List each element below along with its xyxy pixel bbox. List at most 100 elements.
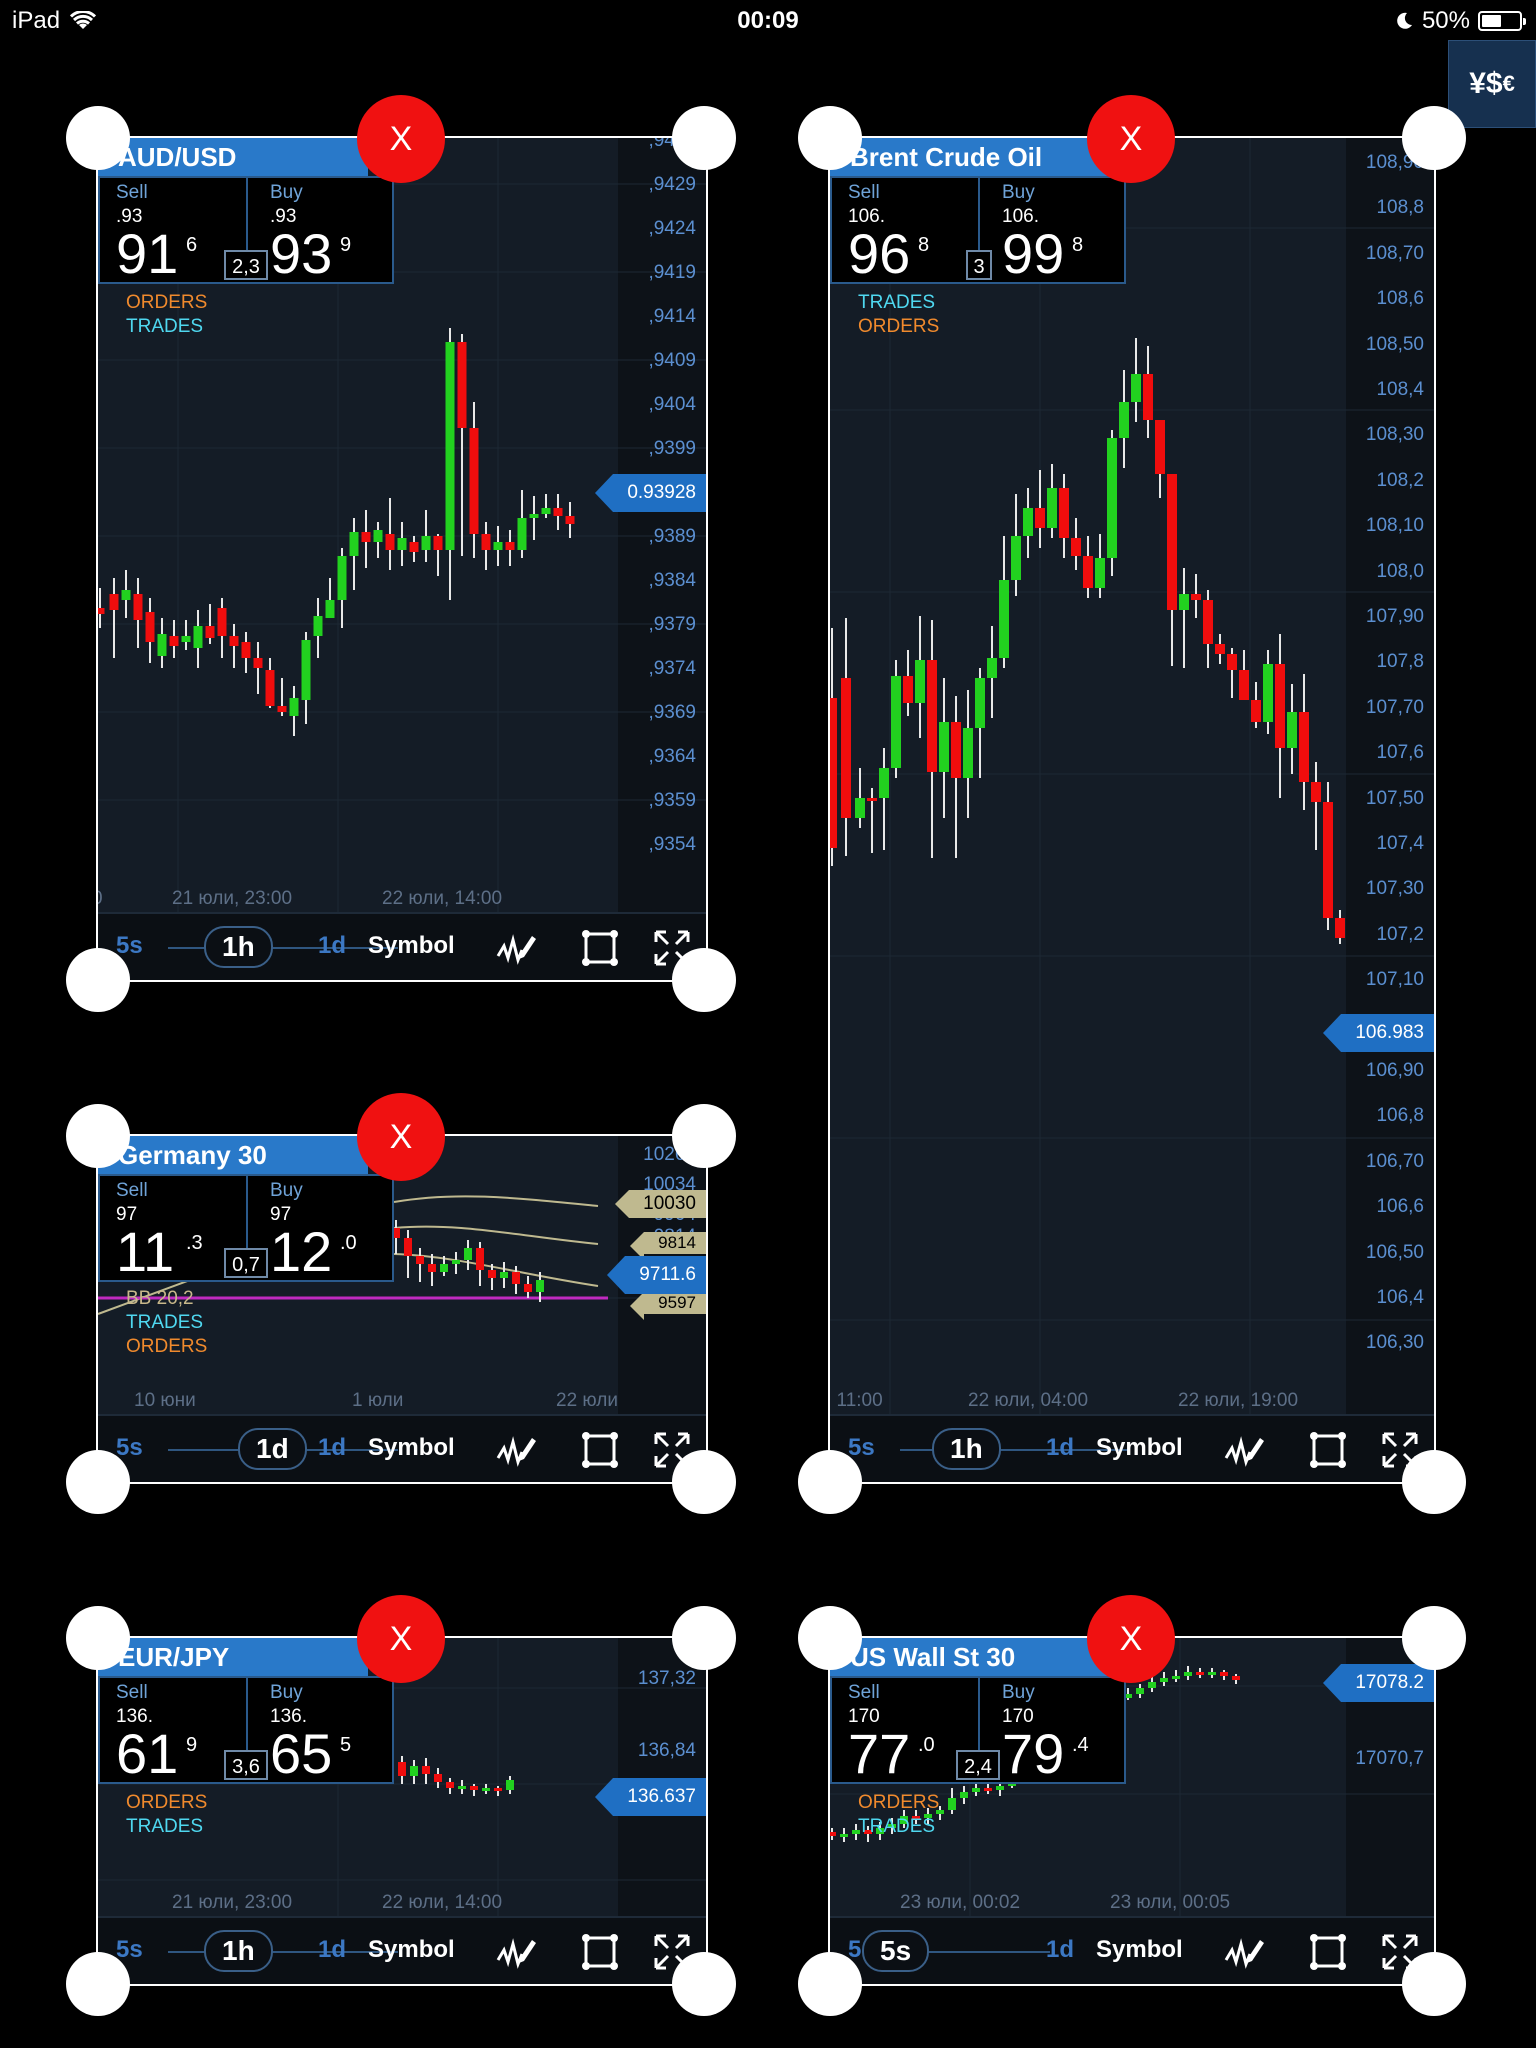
buy-price: 99 [1002,222,1065,285]
y-tick-label: 136,84 [637,1740,696,1761]
sell-button[interactable]: Sell .93 91 6 [100,178,240,284]
resize-handle-top-left[interactable] [798,1606,862,1670]
close-widget-button[interactable]: X [1087,95,1175,183]
timeframe-1d[interactable]: 1d [318,932,346,960]
legend-bollinger[interactable]: BB 20,2 [126,1288,194,1310]
legend-orders[interactable]: ORDERS [126,292,207,314]
resize-handle-top-left[interactable] [66,106,130,170]
resize-handle-bottom-left[interactable] [66,948,130,1012]
buy-button[interactable]: Buy 136. 65 5 [254,1678,394,1784]
resize-handle-bottom-left[interactable] [66,1450,130,1514]
resize-handle-bottom-left[interactable] [798,1450,862,1514]
draw-tool-icon[interactable] [496,928,536,968]
draw-tool-icon[interactable] [496,1430,536,1470]
symbol-button[interactable]: Symbol [368,1936,455,1964]
draw-tool-icon[interactable] [1224,1932,1264,1972]
spread-value: 3 [966,250,992,280]
sell-pip: 6 [186,234,198,256]
buy-price: 93 [270,222,333,285]
candle-body [433,536,443,550]
sell-price: 11 [116,1220,175,1283]
widget-uswallst30: 17070,7 17078.2 23 юли, 00:02 23 юли, 00… [828,1636,1436,1986]
timeframe-1d[interactable]: 1d [1046,1434,1074,1462]
quote-panel: Sell 170 77 .0 Buy 170 79 .4 2,4 [830,1676,1126,1784]
x-tick-1: 23 юли, 00:05 [1110,1892,1231,1913]
y-tick-label: 107,4 [1376,833,1424,854]
spread-value: 3,6 [224,1750,268,1780]
widget-toolbar: 5 5s 1d Symbol [830,1916,1434,1984]
resize-handle-top-right[interactable] [1402,106,1466,170]
close-widget-button[interactable]: X [1087,1595,1175,1683]
timeframe-1d[interactable]: 1d [318,1434,346,1462]
resize-handle-bottom-right[interactable] [672,1450,736,1514]
legend-trades[interactable]: TRADES [126,1816,203,1838]
sell-button[interactable]: Sell 97 11 .3 [100,1176,240,1283]
quote-panel: Sell 97 11 .3 Buy 97 12 .0 0,7 [98,1174,394,1282]
candle-body [1335,918,1345,938]
timeframe-1d[interactable]: 1d [318,1936,346,1964]
resize-handle-bottom-right[interactable] [1402,1450,1466,1514]
legend-orders[interactable]: ORDERS [858,316,939,338]
candle-body [470,1786,478,1790]
resize-handle-bottom-right[interactable] [672,948,736,1012]
close-widget-button[interactable]: X [357,95,445,183]
candle-body [1232,1676,1240,1680]
resize-handle-bottom-right[interactable] [672,1952,736,2016]
candle-body [265,670,275,706]
resize-handle-bottom-right[interactable] [1402,1952,1466,2016]
resize-handle-top-right[interactable] [1402,1606,1466,1670]
legend-trades[interactable]: TRADES [858,292,935,314]
symbol-button[interactable]: Symbol [1096,1936,1183,1964]
resize-handle-top-left[interactable] [66,1606,130,1670]
buy-button[interactable]: Buy 170 79 .4 [986,1678,1126,1784]
crop-frame-icon[interactable] [580,1430,620,1470]
resize-handle-top-left[interactable] [66,1104,130,1168]
currency-button[interactable]: ¥$ € [1448,40,1536,128]
timeframe-selected[interactable]: 1d [238,1428,307,1470]
y-tick-label: ,9424 [648,218,696,239]
candle-body [841,678,851,818]
y-tick-label: ,9389 [648,526,696,547]
legend-orders[interactable]: ORDERS [858,1792,939,1814]
crop-frame-icon[interactable] [1308,1932,1348,1972]
resize-handle-top-right[interactable] [672,1104,736,1168]
widget-toolbar: 5s 1d 1d Symbol [98,1414,706,1482]
symbol-button[interactable]: Symbol [1096,1434,1183,1462]
buy-button[interactable]: Buy 97 12 .0 [254,1176,394,1282]
resize-handle-top-left[interactable] [798,106,862,170]
timeframe-1d[interactable]: 1d [1046,1936,1074,1964]
legend-trades[interactable]: TRADES [126,316,203,338]
candle-body [1220,1672,1228,1676]
candle-body [506,1780,514,1790]
legend-trades[interactable]: TRADES [858,1816,935,1838]
resize-handle-top-right[interactable] [672,106,736,170]
sell-pip: .0 [918,1734,935,1756]
sell-button[interactable]: Sell 136. 61 9 [100,1678,240,1784]
sell-button[interactable]: Sell 170 77 .0 [832,1678,972,1784]
symbol-button[interactable]: Symbol [368,932,455,960]
resize-handle-bottom-left[interactable] [798,1952,862,2016]
timeframe-selected[interactable]: 1h [932,1428,1001,1470]
crop-frame-icon[interactable] [580,928,620,968]
legend-orders[interactable]: ORDERS [126,1336,207,1358]
buy-button[interactable]: Buy 106. 99 8 [986,178,1126,285]
legend-orders[interactable]: ORDERS [126,1792,207,1814]
close-widget-button[interactable]: X [357,1093,445,1181]
draw-tool-icon[interactable] [496,1932,536,1972]
timeframe-selected[interactable]: 1h [204,1930,273,1972]
candle-body [277,706,287,712]
buy-button[interactable]: Buy .93 93 9 [254,178,394,285]
timeframe-selected[interactable]: 1h [204,926,273,968]
draw-tool-icon[interactable] [1224,1430,1264,1470]
sell-button[interactable]: Sell 106. 96 8 [832,178,972,284]
symbol-button[interactable]: Symbol [368,1434,455,1462]
close-widget-button[interactable]: X [357,1595,445,1683]
crop-frame-icon[interactable] [1308,1430,1348,1470]
timeframe-selected[interactable]: 5s [862,1930,930,1972]
legend-trades[interactable]: TRADES [126,1312,203,1334]
sell-label: Sell [116,182,148,203]
crop-frame-icon[interactable] [580,1932,620,1972]
candle-body [337,556,347,600]
resize-handle-bottom-left[interactable] [66,1952,130,2016]
resize-handle-top-right[interactable] [672,1606,736,1670]
